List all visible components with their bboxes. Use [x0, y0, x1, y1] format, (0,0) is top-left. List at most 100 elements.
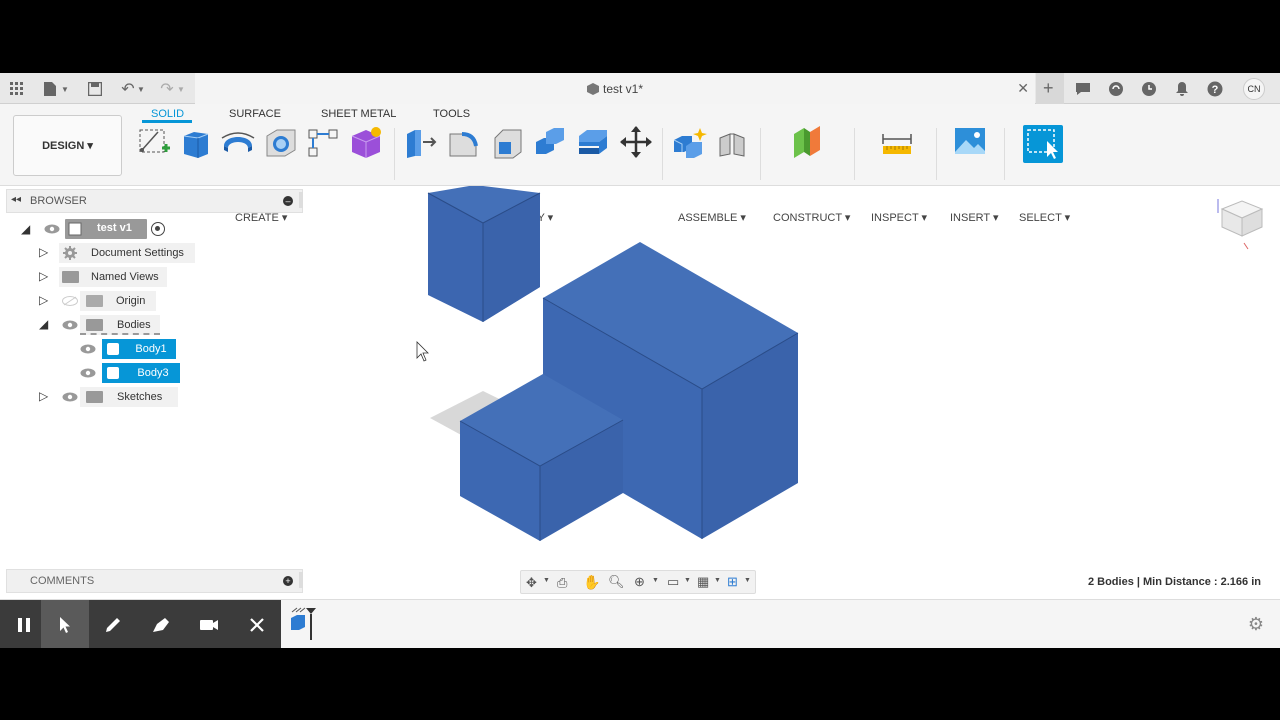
pen-icon[interactable]	[89, 600, 137, 648]
tree-item-document-settings[interactable]: Document Settings	[59, 243, 195, 263]
help-icon[interactable]: ?	[1205, 79, 1225, 99]
chevron-down-icon[interactable]: ▼	[60, 79, 70, 99]
zoom-icon[interactable]: 🔍︎	[608, 574, 625, 590]
save-icon[interactable]	[85, 79, 105, 99]
body-icon	[107, 367, 119, 379]
browser-panel-header[interactable]: ◂◂ BROWSER –	[6, 189, 303, 213]
tab-surface[interactable]: SURFACE	[229, 108, 281, 120]
chevron-down-icon[interactable]: ▼	[714, 577, 721, 584]
redo-icon[interactable]: ↷	[157, 79, 177, 99]
move-icon[interactable]	[618, 124, 654, 160]
document-title-text: test v1*	[602, 82, 644, 96]
panel-resize-handle[interactable]	[299, 572, 303, 588]
clock-icon[interactable]	[1139, 79, 1159, 99]
chevron-down-icon[interactable]: ▼	[652, 577, 659, 584]
collapse-triangle-icon[interactable]: ◢	[39, 317, 48, 331]
measure-icon[interactable]	[879, 124, 915, 160]
sync-icon[interactable]	[1106, 79, 1126, 99]
highlighter-icon[interactable]	[137, 600, 185, 648]
document-tab[interactable]: test v1* ✕	[195, 73, 1035, 104]
chevron-down-icon[interactable]: ▼	[176, 79, 186, 99]
bell-icon[interactable]	[1172, 79, 1192, 99]
chamfer-icon[interactable]	[489, 124, 525, 160]
insert-canvas-icon[interactable]	[952, 124, 988, 160]
timeline-bar: ⚙	[0, 599, 1280, 648]
chevron-down-icon[interactable]: ▼	[744, 577, 751, 584]
expand-triangle-icon[interactable]: ▷	[39, 293, 48, 307]
collapse-triangle-icon[interactable]: ◢	[21, 222, 30, 236]
create-sketch-icon[interactable]	[136, 124, 172, 160]
expand-triangle-icon[interactable]: ▷	[39, 245, 48, 259]
root-component-node[interactable]: test v1	[65, 219, 147, 239]
timeline-feature-icon[interactable]	[288, 606, 318, 642]
press-pull-icon[interactable]	[403, 124, 439, 160]
undo-icon[interactable]: ↶	[118, 79, 138, 99]
visibility-eye-icon[interactable]	[80, 344, 96, 354]
workspace-switcher[interactable]: DESIGN ▾	[13, 115, 122, 176]
select-icon[interactable]	[1023, 125, 1063, 163]
display-settings-icon[interactable]: ▭	[667, 574, 679, 590]
hole-icon[interactable]	[263, 124, 299, 160]
orbit-icon[interactable]: ✥	[526, 575, 537, 591]
new-component-icon[interactable]	[672, 124, 708, 160]
tab-tools[interactable]: TOOLS	[433, 108, 470, 120]
revolve-icon[interactable]	[220, 124, 256, 160]
combine-icon[interactable]	[532, 124, 568, 160]
visibility-eye-icon[interactable]	[80, 368, 96, 378]
hidden-eye-icon[interactable]	[62, 296, 78, 306]
visibility-eye-icon[interactable]	[44, 224, 60, 234]
create-form-icon[interactable]	[348, 124, 384, 160]
fillet-icon[interactable]	[446, 124, 482, 160]
rectangular-pattern-icon[interactable]	[305, 124, 341, 160]
pan-icon[interactable]: ✋	[583, 574, 600, 591]
active-tab-indicator	[142, 120, 192, 123]
activate-radio-icon[interactable]	[151, 222, 165, 236]
title-bar: ▼ ↶ ▼ ↷ ▼ test v1* ✕ + ? CN	[0, 73, 1280, 104]
camera-icon[interactable]	[185, 600, 233, 648]
plus-circle-icon[interactable]: +	[283, 576, 293, 586]
visibility-eye-icon[interactable]	[62, 320, 78, 330]
chevron-down-icon[interactable]: ▼	[543, 577, 550, 584]
comments-title: COMMENTS	[30, 575, 95, 587]
grid-icon[interactable]	[7, 79, 27, 99]
look-at-icon[interactable]: ⎙	[557, 575, 567, 591]
tree-item-named-views[interactable]: Named Views	[59, 267, 167, 287]
offset-plane-icon[interactable]	[790, 124, 826, 160]
toolbar-divider	[854, 128, 855, 180]
expand-triangle-icon[interactable]: ▷	[39, 389, 48, 403]
close-icon[interactable]	[233, 600, 281, 648]
tree-item-sketches[interactable]: Sketches	[80, 387, 178, 407]
new-tab-button[interactable]: +	[1036, 73, 1064, 104]
mouse-cursor-icon	[416, 341, 429, 362]
comments-panel[interactable]: COMMENTS +	[6, 569, 303, 593]
tree-item-origin[interactable]: Origin	[80, 291, 156, 311]
body-label: Body3	[137, 367, 169, 379]
minus-circle-icon[interactable]: –	[283, 196, 293, 206]
gear-icon[interactable]: ⚙	[1248, 614, 1264, 635]
grid-settings-icon[interactable]: ▦	[697, 574, 709, 590]
tree-item-body3[interactable]: Body3	[102, 363, 180, 383]
tab-sheet-metal[interactable]: SHEET METAL	[321, 108, 396, 120]
visibility-eye-icon[interactable]	[62, 392, 78, 402]
tree-item-bodies[interactable]: Bodies	[80, 315, 160, 335]
tree-item-body1[interactable]: Body1	[102, 339, 176, 359]
root-label: test v1	[97, 222, 132, 234]
shell-icon[interactable]	[575, 124, 611, 160]
toolbar-divider	[662, 128, 663, 180]
fit-icon[interactable]: ⊕	[634, 574, 645, 590]
chevron-down-icon[interactable]: ▼	[136, 79, 146, 99]
file-icon[interactable]	[40, 79, 60, 99]
joint-icon[interactable]	[714, 124, 750, 160]
expand-triangle-icon[interactable]: ▷	[39, 269, 48, 283]
tab-solid[interactable]: SOLID	[151, 108, 184, 120]
chevron-down-icon[interactable]: ▼	[684, 577, 691, 584]
panel-resize-handle[interactable]	[299, 192, 303, 208]
avatar[interactable]: CN	[1243, 78, 1265, 100]
chat-icon[interactable]	[1073, 79, 1093, 99]
close-icon[interactable]: ✕	[1017, 80, 1029, 97]
3d-viewport[interactable]	[305, 186, 1280, 599]
pointer-icon[interactable]	[41, 600, 89, 648]
viewports-icon[interactable]: ⊞	[727, 574, 738, 590]
collapse-panel-icon[interactable]: ◂◂	[11, 194, 21, 205]
extrude-icon[interactable]	[178, 124, 214, 160]
